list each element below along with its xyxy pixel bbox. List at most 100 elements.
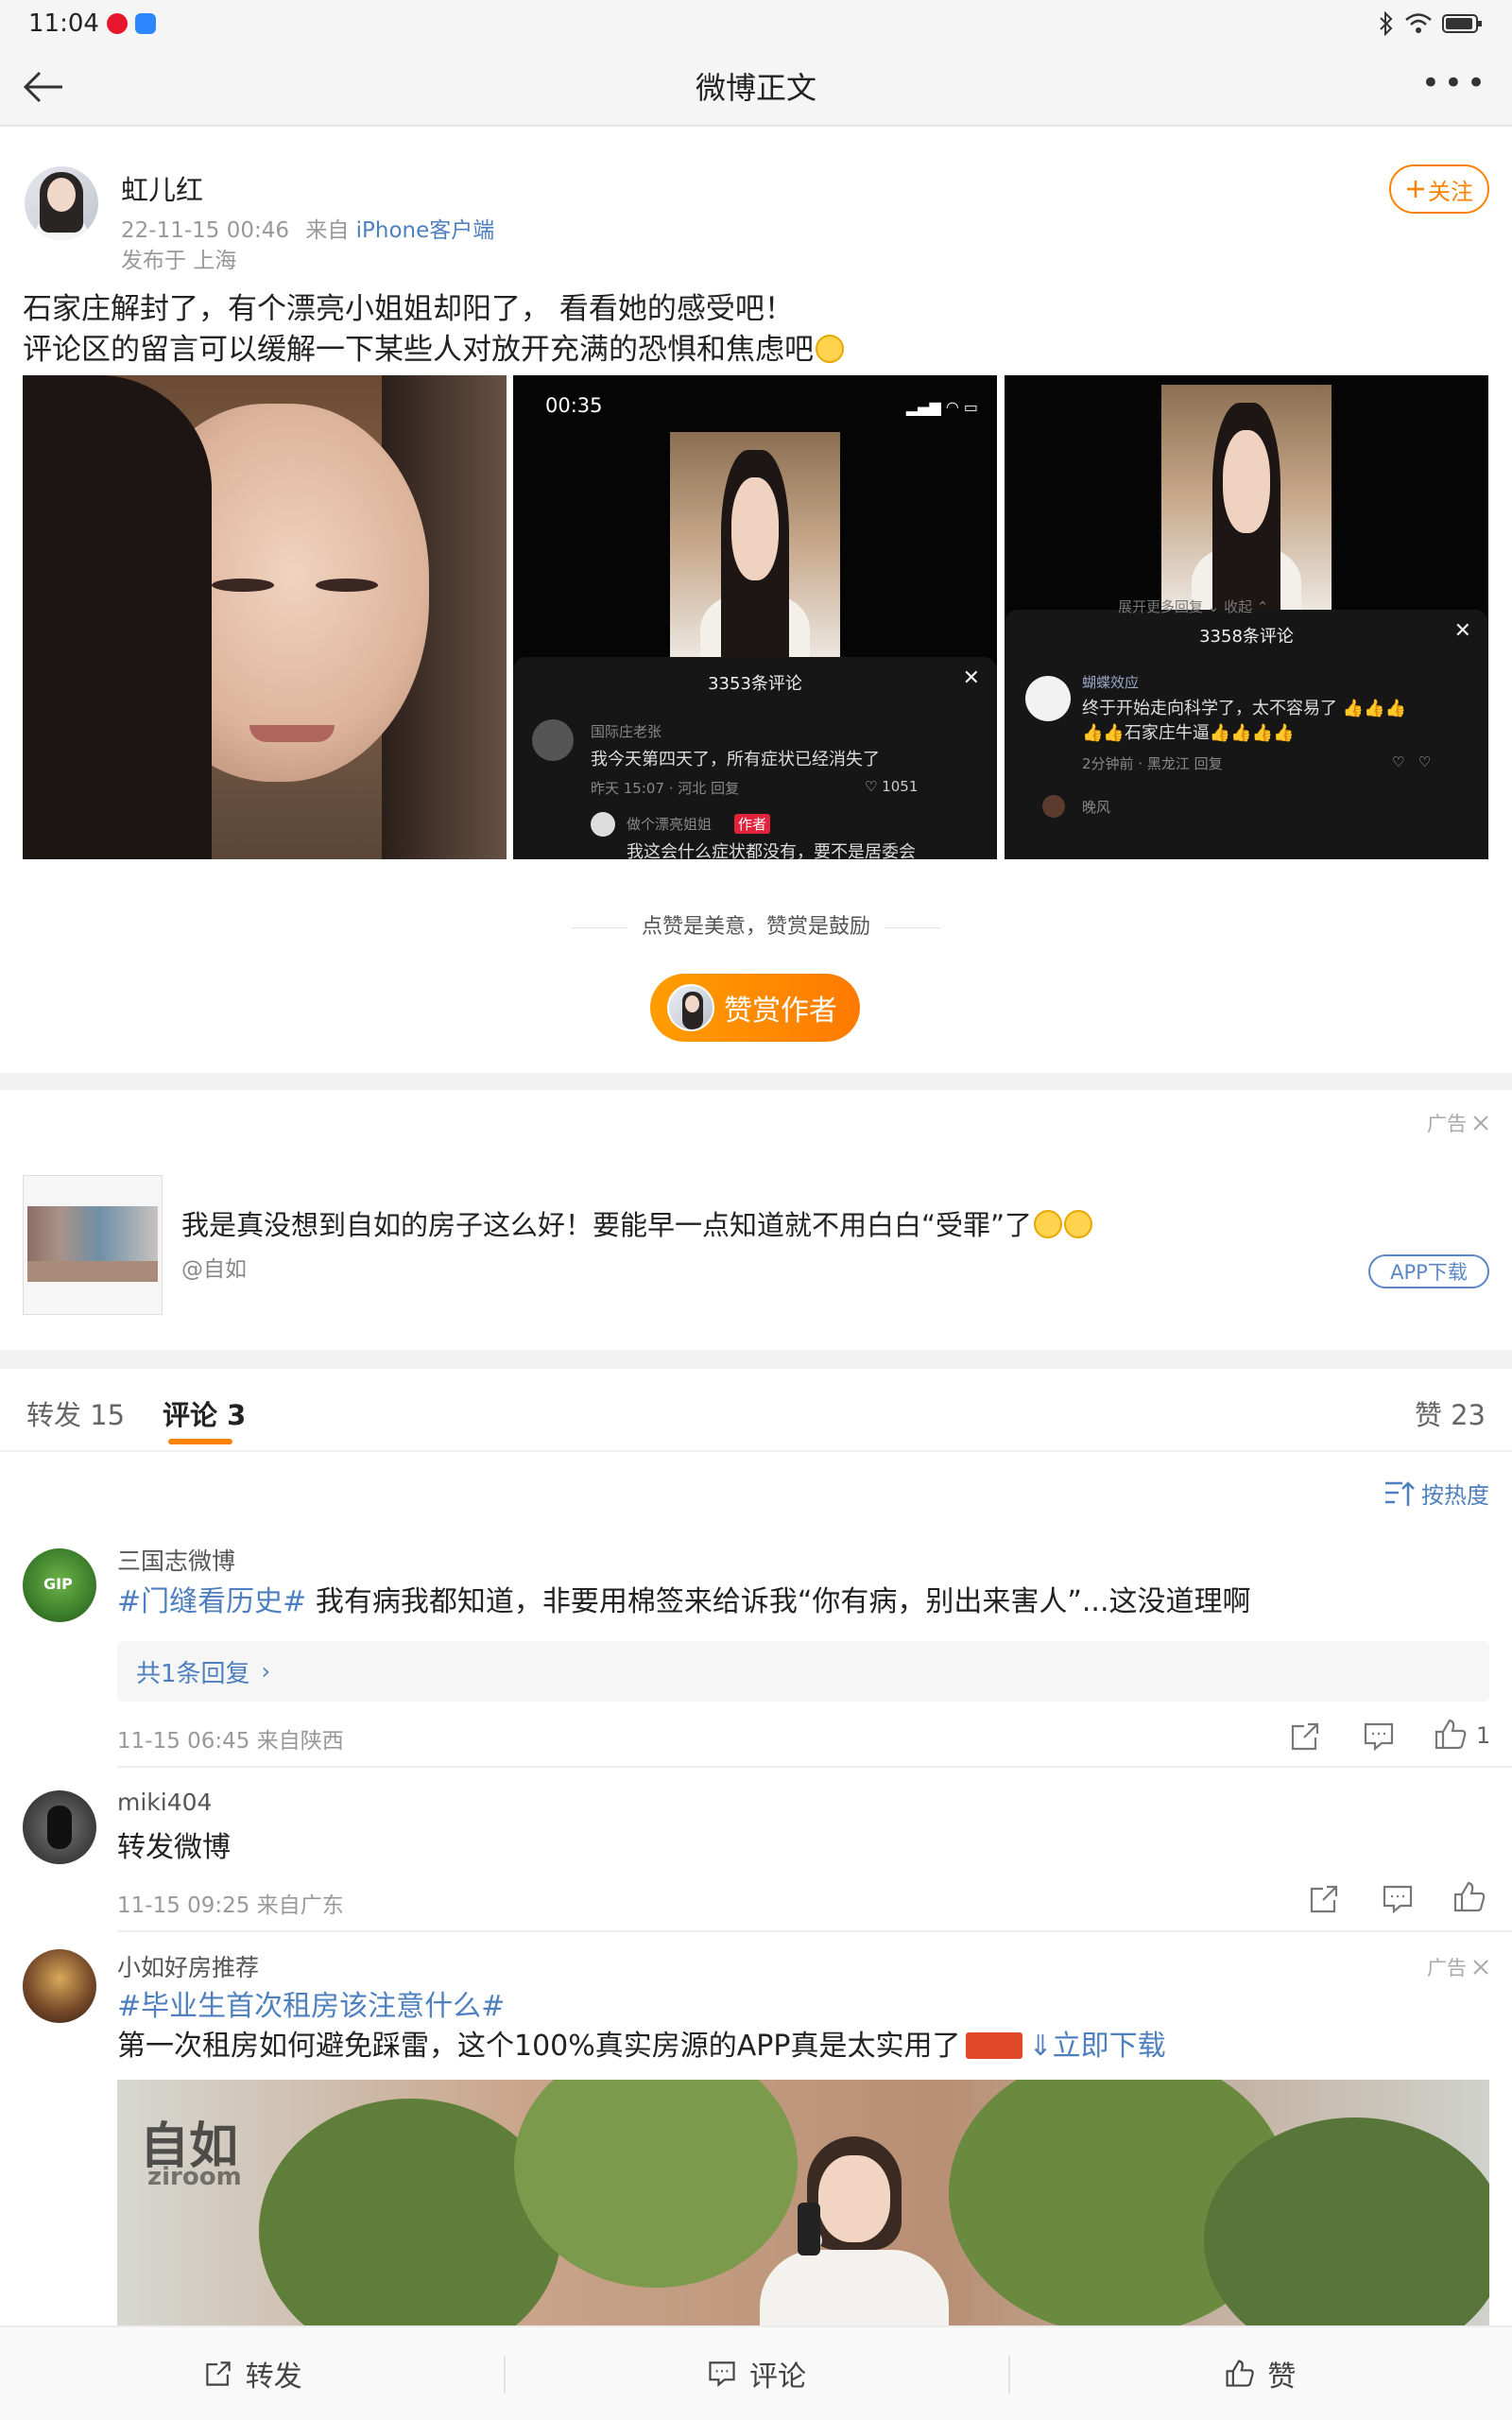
video-comment-panel: 3353条评论 ✕ 国际庄老张 我今天第四天了，所有症状已经消失了 昨天 15:… [513, 657, 997, 859]
reply-summary[interactable]: 共1条回复 › [117, 1641, 1489, 1702]
post-text: 石家庄解封了，有个漂亮小姐姐却阳了， 看看她的感受吧！ 评论区的留言可以缓解一下… [23, 289, 1497, 371]
post-text-line2: 评论区的留言可以缓解一下某些人对放开充满的恐惧和焦虑吧 [23, 333, 814, 367]
comment-avatar[interactable] [23, 1790, 96, 1864]
share-icon[interactable] [1306, 1881, 1342, 1917]
nav-bar: 微博正文 ••• [0, 47, 1512, 127]
ad-content[interactable]: 我是真没想到自如的房子这么好！要能早一点知道就不用白白“受罪”了 @自如 APP… [23, 1175, 1489, 1315]
more-icon[interactable]: ••• [1421, 67, 1489, 99]
status-bar: 11:04 [0, 0, 1512, 47]
fire-emoji-icon [966, 2032, 1023, 2059]
comment-text: 转发微博 [117, 1831, 231, 1864]
sort-label: 按热度 [1421, 1482, 1489, 1509]
sort-by-hot[interactable]: 按热度 [1383, 1477, 1489, 1510]
post-image-3[interactable]: 3358条评论 ✕ 展开更多回复 ⌄ 收起 ⌃ 蝴蝶效应 终于开始走向科学了，太… [1005, 375, 1488, 859]
video-comment-line2: 石家庄牛逼 [1124, 723, 1210, 743]
app-download-button[interactable]: APP下载 [1368, 1254, 1489, 1288]
comment-icon[interactable] [1361, 1719, 1397, 1754]
post-image-2[interactable]: 00:35 ▂▄▆ ◠ ▭ 3353条评论 ✕ 国际庄老张 我今天第四天了，所有… [513, 375, 997, 859]
author-avatar[interactable] [25, 166, 98, 240]
follow-button[interactable]: 关注 [1389, 164, 1489, 214]
share-icon[interactable] [1287, 1719, 1323, 1754]
video-comment-meta: 昨天 15:07 · 河北 回复 [591, 780, 740, 797]
commenter-name[interactable]: 小如好房推荐 [117, 1949, 259, 1983]
interaction-tabs: 转发 15 评论 3 赞 23 [0, 1369, 1512, 1452]
like-count: 1 [1476, 1722, 1491, 1749]
sort-icon [1385, 1480, 1415, 1506]
ad-account: @自如 [181, 1257, 247, 1282]
plus-icon [1407, 181, 1424, 198]
battery-icon [1442, 14, 1482, 33]
reward-author-button[interactable]: 赞赏作者 [650, 974, 860, 1042]
tab-comment[interactable]: 评论 3 [163, 1393, 246, 1433]
comment-icon [709, 2361, 735, 2387]
post-card: 虹儿红 22-11-15 00:46 来自 iPhone客户端 发布于 上海 关… [0, 142, 1512, 1073]
video-comment-meta-2: 2分钟前 · 黑龙江 回复 [1082, 755, 1223, 772]
video-comment-line1: 终于开始走向科学了，太不容易了 [1082, 699, 1337, 718]
follow-label: 关注 [1428, 178, 1473, 205]
comment-icon[interactable] [1380, 1881, 1416, 1917]
close-icon [1473, 1115, 1488, 1131]
fearful-emoji-icon [816, 335, 844, 363]
close-icon [1473, 1960, 1488, 1975]
reward-avatar [667, 984, 714, 1031]
page-title: 微博正文 [695, 70, 816, 106]
ad-person [760, 2136, 949, 2325]
cloud-app-icon [134, 13, 156, 34]
author-name[interactable]: 虹儿红 [121, 168, 203, 208]
weibo-app-icon [106, 13, 128, 34]
close-icon-2: ✕ [1453, 619, 1471, 643]
section-divider-2 [0, 1350, 1512, 1369]
post-time: 22-11-15 00:46 [121, 218, 289, 243]
repost-icon [205, 2361, 231, 2386]
reward-button-label: 赞赏作者 [724, 994, 837, 1028]
like-icon[interactable] [1433, 1717, 1469, 1753]
wifi-icon [1405, 13, 1432, 33]
commenter-name[interactable]: 三国志微博 [117, 1543, 235, 1577]
ad-card[interactable]: 广告 我是真没想到自如的房子这么好！要能早一点知道就不用白白“受罪”了 @自如 … [0, 1090, 1512, 1350]
ad-tag[interactable]: 广告 [1427, 1109, 1489, 1137]
ad-image[interactable]: 自如 ziroom [117, 2080, 1489, 2325]
comment-count-title-2: 3358条评论 [1199, 627, 1294, 647]
commenter-name: 国际庄老张 [591, 723, 662, 740]
bluetooth-icon [1380, 11, 1393, 36]
video-comment-panel-2: 3358条评论 ✕ 展开更多回复 ⌄ 收起 ⌃ 蝴蝶效应 终于开始走向科学了，太… [1005, 598, 1488, 859]
like-icon [1226, 2360, 1255, 2387]
back-arrow-icon[interactable] [19, 62, 68, 112]
post-image-1[interactable] [23, 375, 507, 859]
tab-indicator [168, 1439, 232, 1444]
ad-tag-label: 广告 [1427, 1957, 1467, 1979]
commenter-name-2: 蝴蝶效应 [1082, 674, 1140, 691]
download-link[interactable]: ⇓立即下载 [1028, 2030, 1165, 2063]
post-source[interactable]: iPhone客户端 [356, 218, 495, 243]
topic-link[interactable]: #门缝看历史# [117, 1585, 306, 1618]
post-location: 发布于 上海 [121, 249, 237, 273]
comment-button[interactable]: 评论 [504, 2327, 1007, 2420]
ad-tag[interactable]: 广告 [1427, 1953, 1489, 1981]
comment-time: 11-15 09:25 来自广东 [117, 1893, 344, 1918]
post-meta: 22-11-15 00:46 来自 iPhone客户端 [121, 212, 494, 244]
comment-avatar[interactable]: GIP [23, 1548, 96, 1622]
section-divider [0, 1073, 1512, 1090]
tab-like[interactable]: 赞 23 [1415, 1393, 1486, 1433]
comment-time: 11-15 06:45 来自陕西 [117, 1729, 344, 1754]
comment-avatar[interactable] [23, 1949, 96, 2023]
next-commenter: 晚风 [1082, 799, 1111, 816]
phone-status-icons: ▂▄▆ ◠ ▭ [905, 398, 978, 416]
video-time: 00:35 [545, 394, 603, 417]
crying-emoji-icon-2 [1064, 1210, 1093, 1238]
author-tag: 作者 [734, 814, 771, 834]
close-icon: ✕ [962, 666, 980, 690]
comment-label: 评论 [748, 2360, 806, 2394]
repost-button[interactable]: 转发 [0, 2327, 504, 2420]
reward-tip: 点赞是美意，赞赏是鼓励 [0, 909, 1512, 940]
crying-emoji-icon [1034, 1210, 1063, 1238]
reward-tip-text: 点赞是美意，赞赏是鼓励 [641, 915, 870, 939]
commenter-name[interactable]: miki404 [117, 1789, 212, 1816]
ad-tag-label: 广告 [1427, 1113, 1467, 1135]
video-comment-text: 我今天第四天了，所有症状已经消失了 [591, 750, 880, 769]
comment-text: 第一次租房如何避免踩雷，这个100%真实房源的APP真是太实用了 [117, 2030, 961, 2063]
tab-repost[interactable]: 转发 15 [26, 1393, 125, 1433]
like-icon[interactable] [1452, 1879, 1487, 1915]
like-button[interactable]: 赞 [1007, 2327, 1512, 2420]
topic-link[interactable]: #毕业生首次租房该注意什么# [117, 1987, 1487, 2027]
